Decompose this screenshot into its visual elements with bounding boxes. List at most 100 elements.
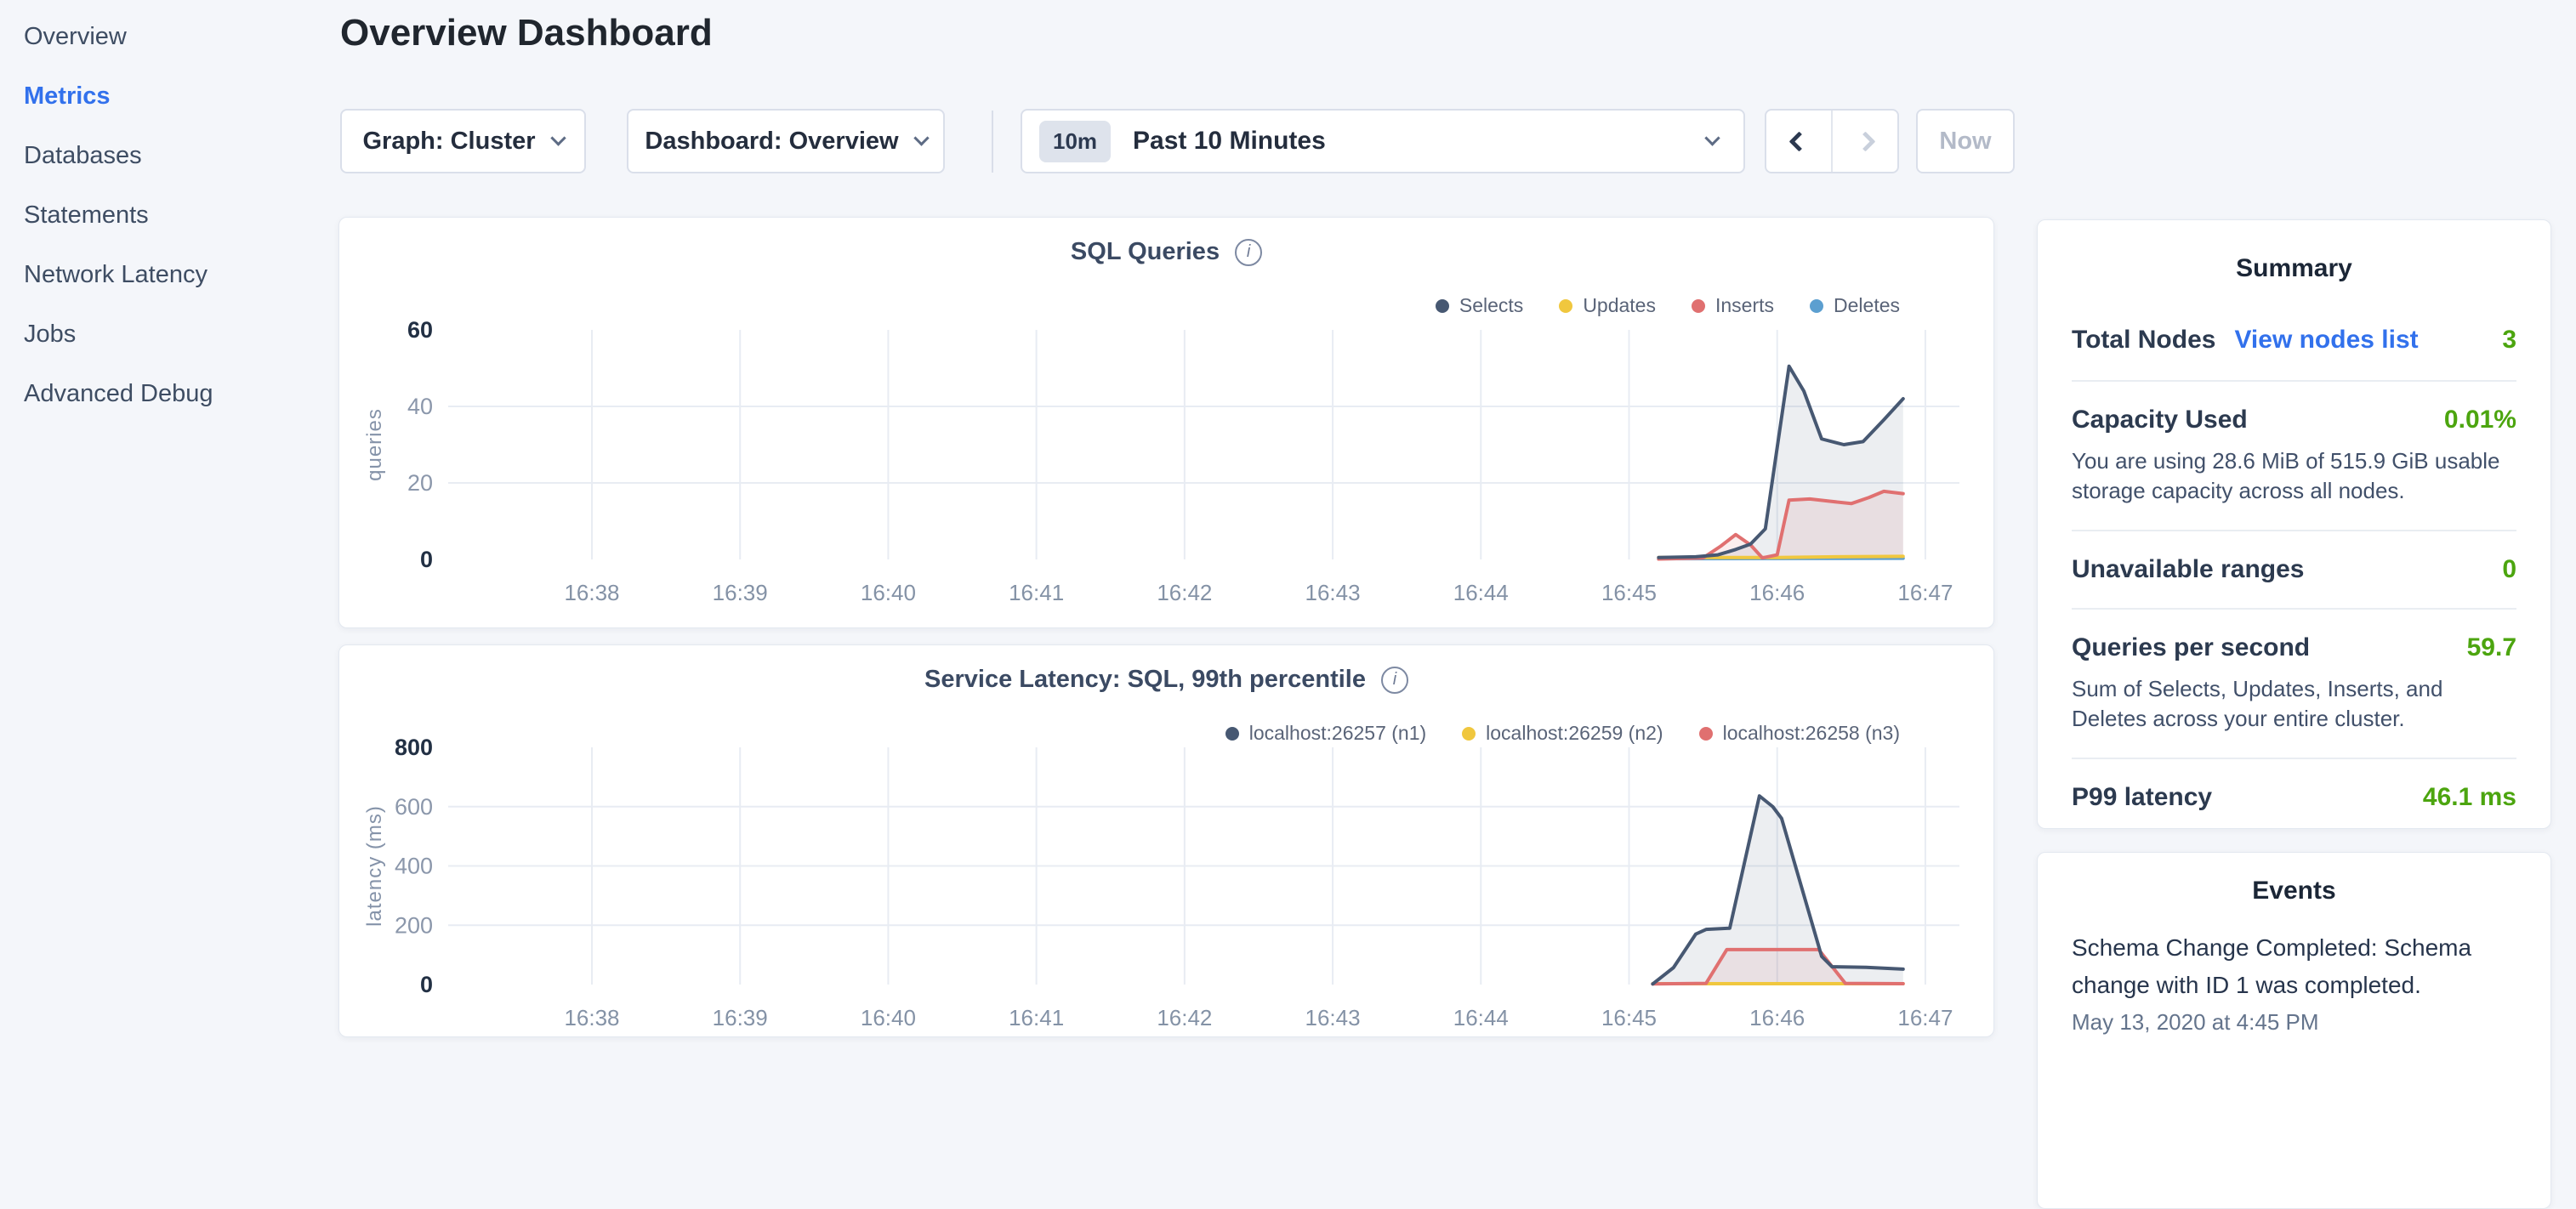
- svg-text:16:40: 16:40: [861, 580, 916, 605]
- svg-text:16:40: 16:40: [861, 1005, 916, 1030]
- svg-text:400: 400: [395, 854, 433, 879]
- svg-text:16:46: 16:46: [1749, 1005, 1805, 1030]
- chevron-down-icon: [550, 130, 566, 145]
- sidebar-item-jobs[interactable]: Jobs: [0, 304, 333, 364]
- chart-header: SQL Queries i: [339, 238, 1993, 266]
- chevron-down-icon: [913, 130, 929, 145]
- svg-text:16:45: 16:45: [1601, 580, 1657, 605]
- svg-text:200: 200: [395, 912, 433, 938]
- summary-row-value: 46.1 ms: [2423, 783, 2516, 812]
- svg-text:16:47: 16:47: [1897, 580, 1953, 605]
- chevron-down-icon: [1704, 130, 1720, 145]
- event-timestamp: May 13, 2020 at 4:45 PM: [2072, 1009, 2516, 1036]
- time-window-prev-button[interactable]: [1766, 111, 1831, 172]
- legend-item: Selects: [1436, 294, 1523, 317]
- info-icon[interactable]: i: [1235, 239, 1262, 266]
- summary-title: Summary: [2038, 220, 2550, 283]
- svg-text:16:45: 16:45: [1601, 1005, 1657, 1030]
- summary-row-queries-per-second: Queries per second 59.7 Sum of Selects, …: [2072, 608, 2516, 758]
- svg-text:16:39: 16:39: [713, 1005, 768, 1030]
- summary-row-value: 59.7: [2467, 633, 2516, 662]
- svg-text:16:38: 16:38: [564, 580, 619, 605]
- svg-text:16:43: 16:43: [1305, 1005, 1361, 1030]
- legend-item: Inserts: [1692, 294, 1774, 317]
- chart-legend: SelectsUpdatesInsertsDeletes: [1436, 294, 1900, 317]
- sidebar-item-statements[interactable]: Statements: [0, 185, 333, 245]
- summary-row-label: Total Nodes: [2072, 326, 2215, 355]
- event-message: Schema Change Completed: Schema change w…: [2072, 929, 2516, 1004]
- svg-text:latency (ms): latency (ms): [363, 805, 386, 927]
- summary-row-label: Capacity Used: [2072, 406, 2248, 434]
- overview-dashboard-page: { "header": { "title": "Overview Dashboa…: [0, 0, 2576, 1051]
- summary-row-label: P99 latency: [2072, 783, 2212, 812]
- svg-text:16:46: 16:46: [1749, 580, 1805, 605]
- chart-title: SQL Queries: [1071, 238, 1220, 266]
- sidebar-item-metrics[interactable]: Metrics: [0, 66, 333, 126]
- chart-plot-area[interactable]: 16:3816:3916:4016:4116:4216:4316:4416:45…: [339, 645, 1995, 1038]
- dashboard-dropdown[interactable]: Dashboard: Overview: [627, 109, 945, 173]
- time-window-next-button[interactable]: [1831, 111, 1897, 172]
- graph-scope-dropdown[interactable]: Graph: Cluster: [340, 109, 586, 173]
- chart-title: Service Latency: SQL, 99th percentile: [924, 666, 1366, 694]
- svg-text:16:42: 16:42: [1157, 580, 1212, 605]
- chart-legend: localhost:26257 (n1) localhost:26259 (n2)…: [1225, 722, 1900, 745]
- legend-item: localhost:26259 (n2): [1462, 722, 1663, 745]
- legend-item: localhost:26258 (n3): [1699, 722, 1900, 745]
- svg-text:16:44: 16:44: [1453, 580, 1509, 605]
- events-panel: Events Schema Change Completed: Schema c…: [2037, 852, 2551, 1209]
- time-window-dropdown[interactable]: 10m Past 10 Minutes: [1021, 109, 1745, 173]
- svg-text:16:41: 16:41: [1009, 580, 1064, 605]
- summary-row-value: 0.01%: [2444, 406, 2516, 434]
- view-nodes-list-link[interactable]: View nodes list: [2234, 326, 2418, 355]
- summary-row-p99-latency: P99 latency 46.1 ms: [2072, 758, 2516, 836]
- svg-text:600: 600: [395, 794, 433, 820]
- svg-text:16:39: 16:39: [713, 580, 768, 605]
- legend-item: localhost:26257 (n1): [1225, 722, 1426, 745]
- legend-dot-icon: [1462, 727, 1476, 741]
- events-title: Events: [2038, 853, 2550, 905]
- chart-plot-area[interactable]: 16:38 16:39 16:40 16:41 16:42 16:43 16:44 16:45…: [339, 218, 1995, 629]
- svg-text:40: 40: [407, 394, 433, 419]
- chart-header: Service Latency: SQL, 99th percentile i: [339, 666, 1993, 694]
- page-title: Overview Dashboard: [340, 12, 713, 54]
- svg-text:0: 0: [420, 547, 433, 572]
- svg-text:60: 60: [407, 317, 433, 343]
- summary-row-value: 3: [2502, 326, 2516, 355]
- sidebar-item-overview[interactable]: Overview: [0, 7, 333, 66]
- dashboard-dropdown-label: Dashboard: Overview: [645, 128, 898, 156]
- svg-text:16:42: 16:42: [1157, 1005, 1212, 1030]
- events-body: Schema Change Completed: Schema change w…: [2038, 929, 2550, 1036]
- chevron-right-icon: [1855, 131, 1875, 151]
- summary-row-description: You are using 28.6 MiB of 515.9 GiB usab…: [2072, 446, 2516, 506]
- summary-body: Total Nodes View nodes list 3 Capacity U…: [2038, 283, 2550, 836]
- summary-row-total-nodes: Total Nodes View nodes list 3: [2072, 283, 2516, 380]
- legend-item: Updates: [1559, 294, 1656, 317]
- legend-dot-icon: [1699, 727, 1713, 741]
- svg-text:queries: queries: [363, 408, 386, 481]
- svg-text:0: 0: [420, 972, 433, 997]
- sidebar-item-advanced-debug[interactable]: Advanced Debug: [0, 364, 333, 423]
- sidebar-nav: OverviewMetricsDatabasesStatementsNetwor…: [0, 0, 333, 1051]
- time-window-label: Past 10 Minutes: [1133, 127, 1326, 156]
- legend-dot-icon: [1436, 299, 1449, 313]
- svg-text:16:41: 16:41: [1009, 1005, 1064, 1030]
- summary-panel: Summary Total Nodes View nodes list 3 Ca…: [2037, 219, 2551, 829]
- legend-dot-icon: [1810, 299, 1823, 313]
- summary-row-description: Sum of Selects, Updates, Inserts, and De…: [2072, 674, 2516, 734]
- chevron-left-icon: [1788, 131, 1809, 151]
- summary-row-capacity-used: Capacity Used 0.01% You are using 28.6 M…: [2072, 380, 2516, 530]
- sidebar-item-databases[interactable]: Databases: [0, 126, 333, 185]
- svg-text:16:43: 16:43: [1305, 580, 1361, 605]
- summary-row-unavailable-ranges: Unavailable ranges 0: [2072, 530, 2516, 608]
- time-window-badge: 10m: [1039, 121, 1111, 162]
- summary-row-value: 0: [2502, 555, 2516, 584]
- summary-row-label: Queries per second: [2072, 633, 2310, 662]
- info-icon[interactable]: i: [1381, 667, 1408, 694]
- controls-divider: [992, 111, 993, 173]
- svg-text:16:47: 16:47: [1897, 1005, 1953, 1030]
- graph-scope-dropdown-label: Graph: Cluster: [362, 128, 535, 156]
- sidebar-item-network-latency[interactable]: Network Latency: [0, 245, 333, 304]
- now-button[interactable]: Now: [1916, 109, 2015, 173]
- service-latency-chart-card: Service Latency: SQL, 99th percentile i …: [338, 644, 1994, 1037]
- svg-text:16:38: 16:38: [564, 1005, 619, 1030]
